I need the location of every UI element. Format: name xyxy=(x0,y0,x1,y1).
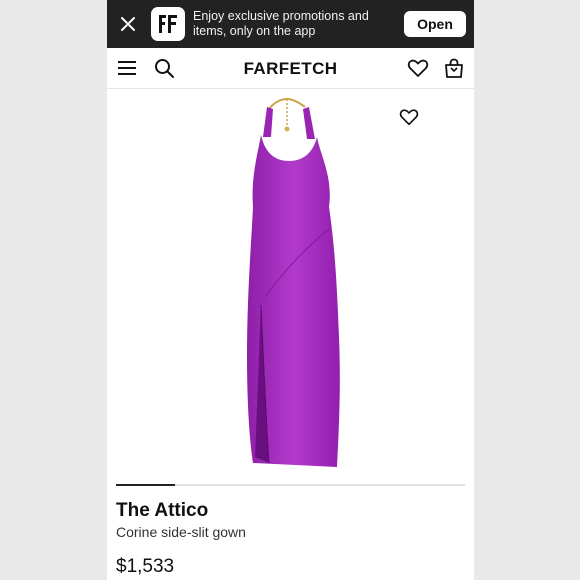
heart-icon xyxy=(399,109,419,126)
product-name: Corine side-slit gown xyxy=(116,524,246,540)
close-banner-button[interactable] xyxy=(117,13,139,35)
app-promo-banner: Enjoy exclusive promotions and items, on… xyxy=(107,0,474,48)
add-to-wishlist-button[interactable] xyxy=(399,107,421,129)
site-header: FARFETCH xyxy=(107,48,474,89)
wishlist-button[interactable] xyxy=(407,57,429,79)
farfetch-logo-icon xyxy=(159,15,177,33)
gallery-progress-fill xyxy=(116,484,176,486)
product-price: $1,533 xyxy=(116,556,175,577)
close-icon xyxy=(121,17,135,31)
gallery-progress-bar xyxy=(116,484,465,486)
promo-text: Enjoy exclusive promotions and items, on… xyxy=(193,9,369,38)
bag-icon xyxy=(445,58,463,78)
open-app-button[interactable]: Open xyxy=(404,11,466,37)
heart-icon xyxy=(407,59,429,77)
product-image xyxy=(247,97,340,467)
farfetch-app-icon xyxy=(151,7,185,41)
product-image-gallery[interactable] xyxy=(107,89,474,479)
shopping-bag-button[interactable] xyxy=(443,57,465,79)
phone-screen: Enjoy exclusive promotions and items, on… xyxy=(107,0,474,580)
designer-name[interactable]: The Attico xyxy=(116,500,208,522)
